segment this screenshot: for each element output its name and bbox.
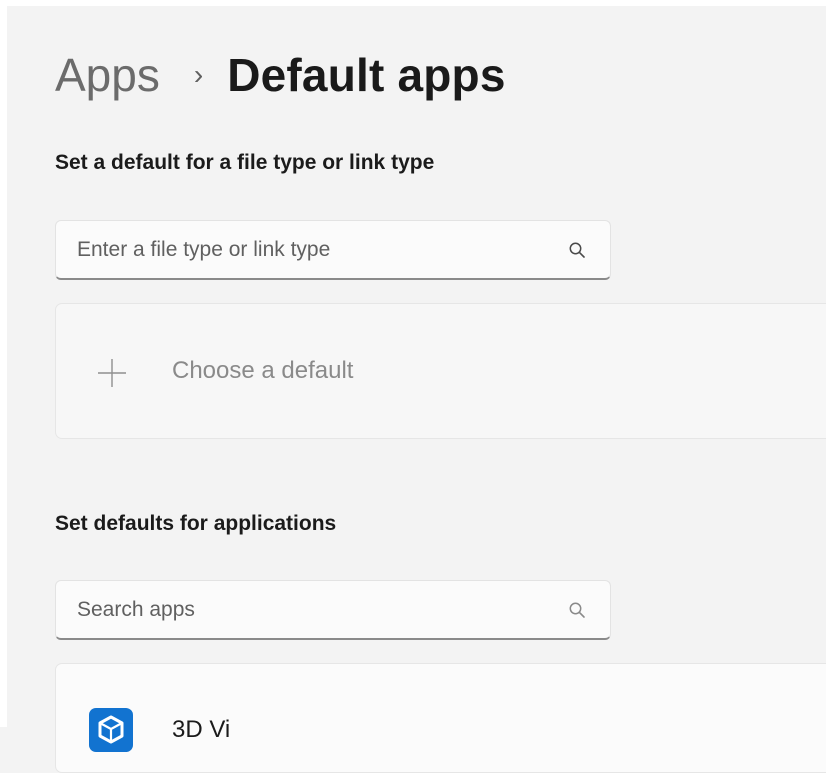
- window-edge-top: [0, 0, 826, 6]
- choose-default-button[interactable]: Choose a default: [55, 303, 826, 439]
- breadcrumb-apps-link[interactable]: Apps: [55, 52, 160, 98]
- search-icon: [569, 602, 585, 618]
- breadcrumb-separator-icon: ›: [193, 59, 204, 90]
- choose-default-label: Choose a default: [172, 357, 354, 384]
- breadcrumb: Apps › Default apps: [55, 40, 506, 110]
- app-list-item[interactable]: 3D Vi: [55, 663, 826, 773]
- file-type-search-input[interactable]: Enter a file type or link type: [55, 220, 611, 280]
- file-type-search-placeholder: Enter a file type or link type: [77, 237, 331, 261]
- plus-icon: [98, 359, 126, 387]
- search-apps-placeholder: Search apps: [77, 597, 195, 621]
- cube-icon: [98, 715, 124, 744]
- 3d-viewer-icon: [89, 708, 133, 752]
- search-icon: [569, 242, 585, 258]
- file-type-section-title: Set a default for a file type or link ty…: [55, 151, 435, 174]
- search-apps-input[interactable]: Search apps: [55, 580, 611, 640]
- window-edge-left: [0, 0, 7, 727]
- app-name: 3D Vi: [172, 716, 231, 743]
- page-title: Default apps: [227, 49, 506, 101]
- apps-section-title: Set defaults for applications: [55, 512, 337, 535]
